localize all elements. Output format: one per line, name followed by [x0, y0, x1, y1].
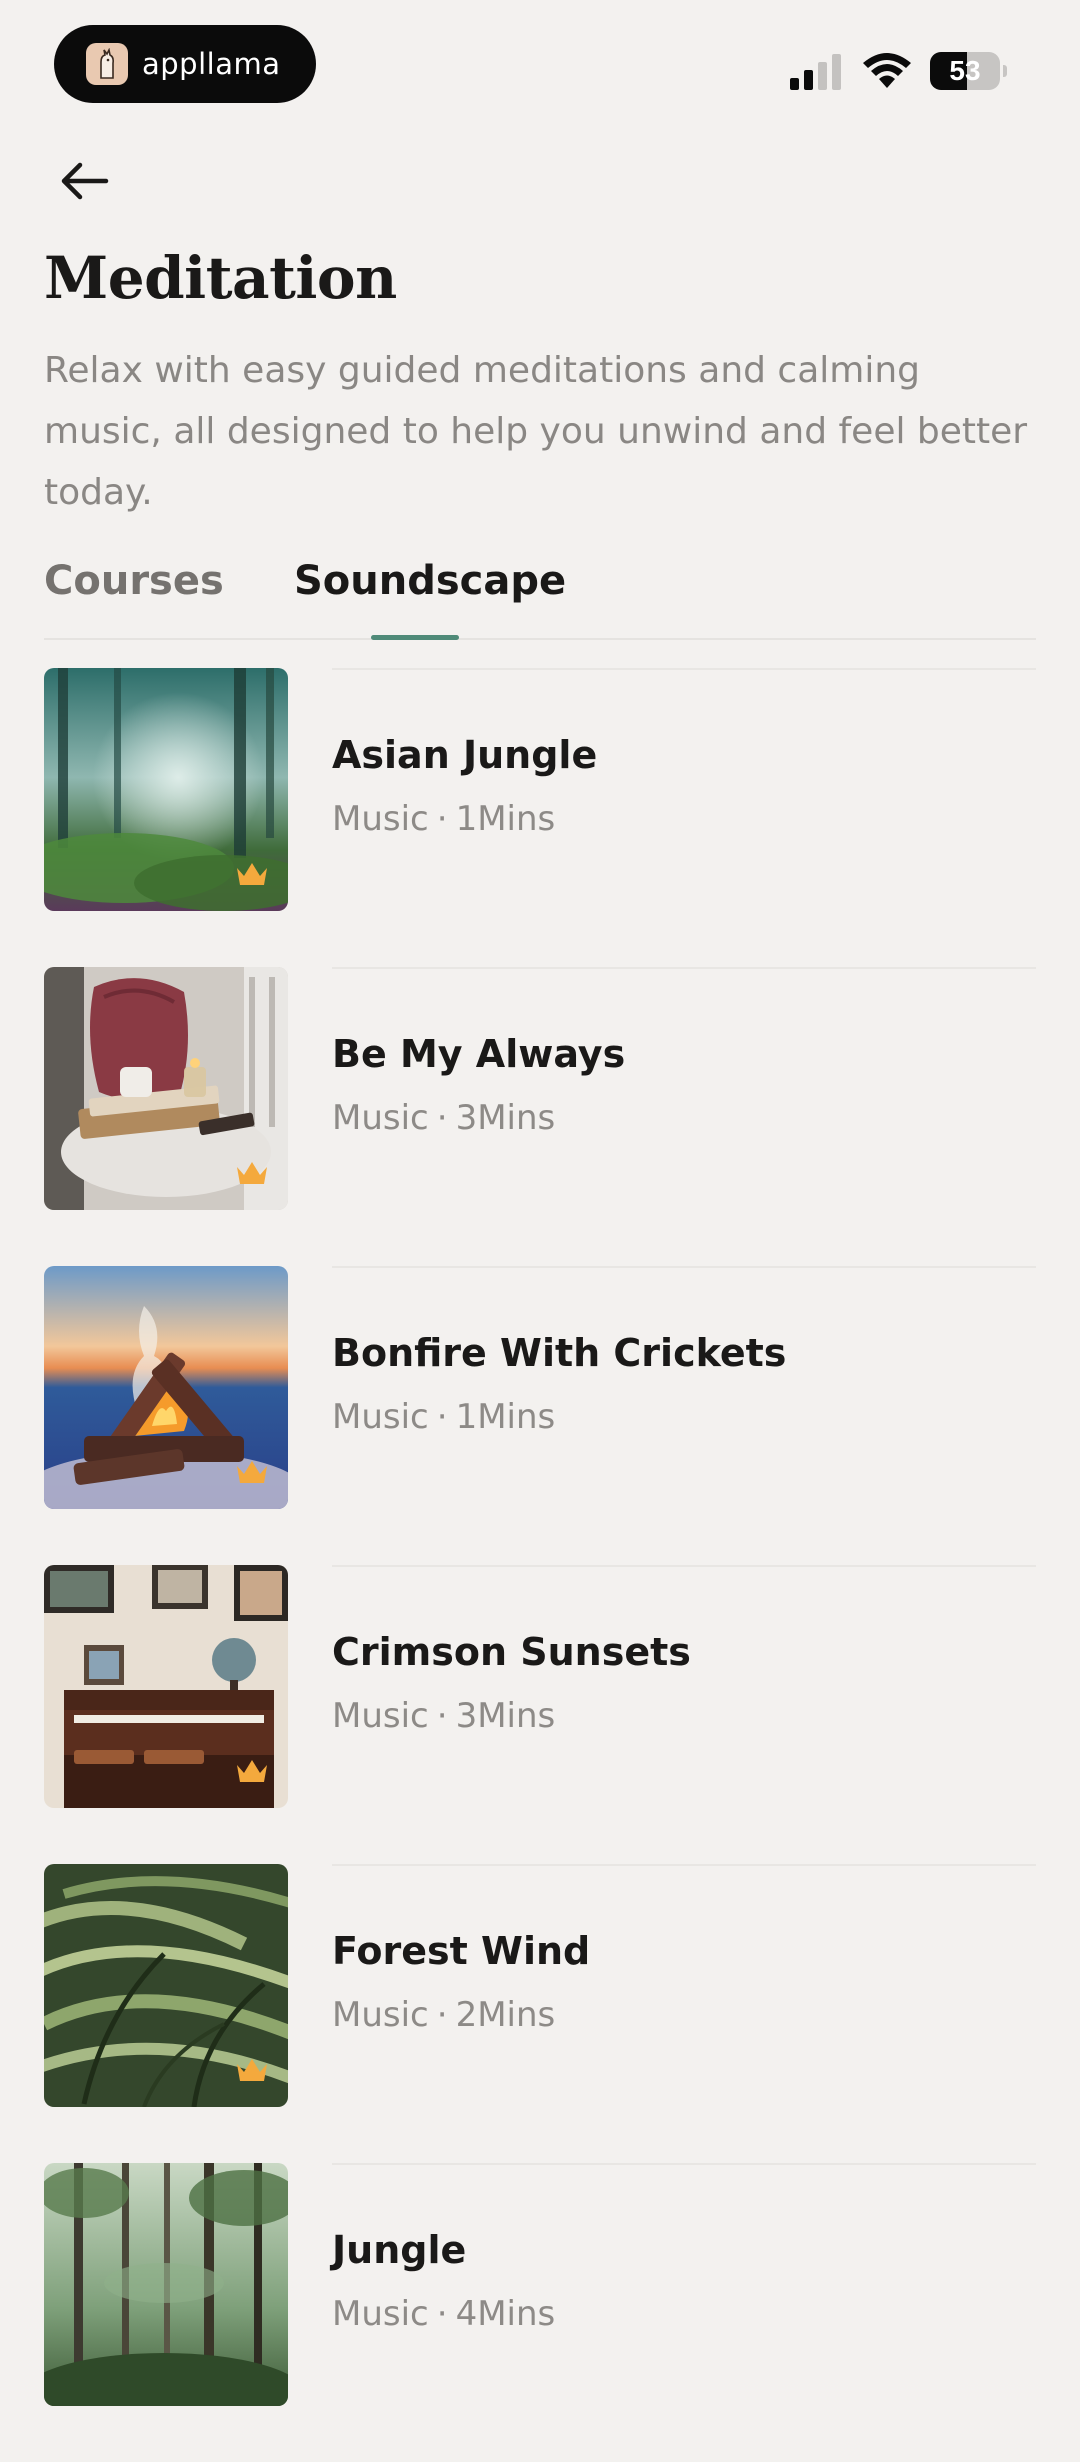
meta-separator: ·: [436, 1098, 448, 1138]
track-thumbnail: [44, 1266, 288, 1509]
arrow-left-icon: [61, 162, 109, 200]
meta-separator: ·: [436, 1995, 448, 2035]
page-description: Relax with easy guided meditations and c…: [44, 350, 1028, 513]
track-meta: Music · 4Mins: [332, 2289, 555, 2339]
tab-bar: Courses Soundscape: [44, 548, 1036, 640]
track-thumbnail: [44, 668, 288, 911]
divider: [332, 668, 1036, 670]
list-item[interactable]: Jungle Music · 4Mins: [0, 2163, 1080, 2462]
track-title: Forest Wind: [332, 1929, 591, 1973]
track-duration: 3Mins: [455, 1696, 556, 1736]
back-button[interactable]: [44, 146, 124, 216]
track-thumbnail: [44, 1565, 288, 1808]
tab-courses[interactable]: Courses: [44, 548, 224, 636]
track-duration: 2Mins: [455, 1995, 556, 2035]
active-tab-indicator: [371, 635, 459, 640]
divider: [332, 1864, 1036, 1866]
meta-separator: ·: [436, 799, 448, 839]
track-duration: 4Mins: [455, 2294, 556, 2334]
meta-separator: ·: [436, 2294, 448, 2334]
tab-soundscape[interactable]: Soundscape: [294, 548, 566, 636]
track-duration: 1Mins: [455, 1397, 556, 1437]
premium-crown-icon: [237, 863, 267, 885]
premium-crown-icon: [237, 2059, 267, 2081]
list-item[interactable]: Be My Always Music · 3Mins: [0, 967, 1080, 1266]
track-title: Crimson Sunsets: [332, 1630, 691, 1674]
premium-crown-icon: [237, 1461, 267, 1483]
meta-separator: ·: [436, 1397, 448, 1437]
track-title: Bonfire With Crickets: [332, 1331, 787, 1375]
list-item[interactable]: Bonfire With Crickets Music · 1Mins: [0, 1266, 1080, 1565]
track-title: Be My Always: [332, 1032, 626, 1076]
track-duration: 1Mins: [455, 799, 556, 839]
meta-separator: ·: [436, 1696, 448, 1736]
track-title: Asian Jungle: [332, 733, 598, 777]
track-type: Music: [332, 799, 429, 839]
brand-name: appllama: [142, 47, 281, 81]
track-type: Music: [332, 2294, 429, 2334]
list-item[interactable]: Asian Jungle Music · 1Mins: [0, 668, 1080, 967]
track-type: Music: [332, 1098, 429, 1138]
cellular-signal-icon: [790, 54, 841, 90]
track-type: Music: [332, 1995, 429, 2035]
premium-crown-icon: [237, 1760, 267, 1782]
page-title: Meditation: [44, 244, 397, 312]
track-meta: Music · 2Mins: [332, 1990, 555, 2040]
divider: [332, 1565, 1036, 1567]
track-meta: Music · 1Mins: [332, 1392, 555, 1442]
track-meta: Music · 3Mins: [332, 1691, 555, 1741]
divider: [332, 1266, 1036, 1268]
track-thumbnail: [44, 2163, 288, 2406]
track-meta: Music · 1Mins: [332, 794, 555, 844]
list-item[interactable]: Crimson Sunsets Music · 3Mins: [0, 1565, 1080, 1864]
llama-logo-icon: [86, 43, 128, 85]
battery-icon: 53: [930, 52, 1008, 90]
track-type: Music: [332, 1397, 429, 1437]
battery-level: 53: [949, 55, 981, 86]
track-meta: Music · 3Mins: [332, 1093, 555, 1143]
track-duration: 3Mins: [455, 1098, 556, 1138]
status-bar: appllama 53: [0, 0, 1080, 130]
premium-crown-icon: [237, 1162, 267, 1184]
track-list: Asian Jungle Music · 1Mins Be My Always …: [0, 668, 1080, 2462]
track-thumbnail: [44, 967, 288, 1210]
list-item[interactable]: Forest Wind Music · 2Mins: [0, 1864, 1080, 2163]
wifi-icon: [863, 53, 911, 88]
track-thumbnail: [44, 1864, 288, 2107]
track-title: Jungle: [332, 2228, 467, 2272]
track-type: Music: [332, 1696, 429, 1736]
brand-pill[interactable]: appllama: [54, 25, 316, 103]
divider: [332, 967, 1036, 969]
divider: [332, 2163, 1036, 2165]
